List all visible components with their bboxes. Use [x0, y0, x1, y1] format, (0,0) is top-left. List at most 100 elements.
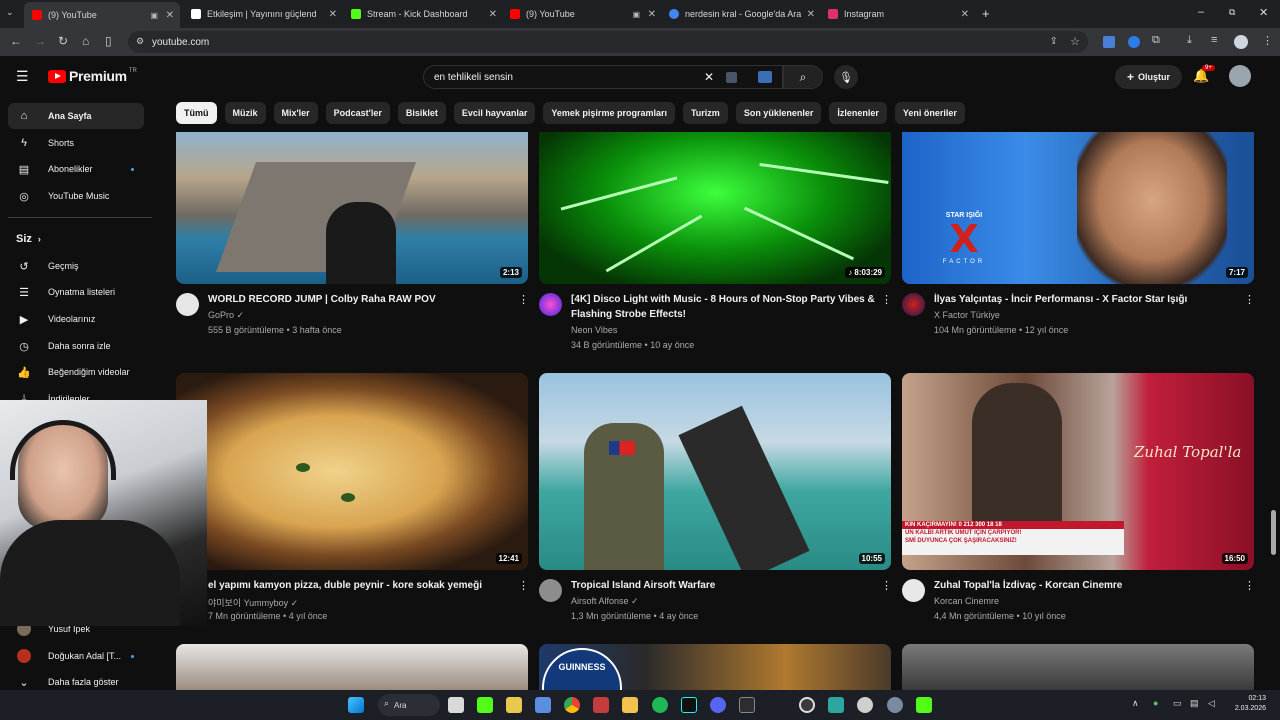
video-thumbnail[interactable]: Zuhal Topal'la KIN KAÇIRMAYIN! 0 212 300…: [902, 373, 1254, 570]
chip-pets[interactable]: Evcil hayvanlar: [453, 102, 536, 124]
clear-search-icon[interactable]: ✕: [704, 70, 714, 84]
file-explorer-icon[interactable]: [622, 697, 638, 713]
voice-search-button[interactable]: 🎙: [834, 65, 858, 89]
chip-mixes[interactable]: Mix'ler: [273, 102, 318, 124]
more-actions-icon[interactable]: ⋮: [881, 293, 892, 306]
microphone-tray-icon[interactable]: ●: [1153, 698, 1158, 708]
video-thumbnail[interactable]: STAR IŞIĞI X FACTOR 7:17: [902, 132, 1254, 284]
browser-menu-icon[interactable]: ⋮: [1262, 34, 1273, 47]
keyboard-tray-icon[interactable]: ▭: [1173, 698, 1182, 709]
search-input[interactable]: en tehlikeli sensin ✕: [423, 65, 783, 89]
bookmark-star-icon[interactable]: ☆: [1070, 35, 1080, 48]
chip-all[interactable]: Tümü: [176, 102, 217, 124]
sidebar-item-youtube-music[interactable]: ◎ YouTube Music: [8, 183, 144, 209]
site-info-icon[interactable]: ⚙: [136, 36, 144, 47]
video-thumbnail[interactable]: 10:55: [539, 373, 891, 570]
tab-close-icon[interactable]: ✕: [329, 9, 337, 20]
sidebar-item-playlists[interactable]: ☰ Oynatma listeleri: [8, 279, 144, 305]
profile-icon[interactable]: [1234, 35, 1248, 49]
app-icon-gray[interactable]: [857, 697, 873, 713]
chrome-app-icon[interactable]: [564, 697, 580, 713]
reading-list-icon[interactable]: ≡: [1211, 34, 1217, 46]
video-thumbnail[interactable]: ♪ 8:03:29: [539, 132, 891, 284]
sidebar-item-liked-videos[interactable]: 👍 Beğendiğim videolar: [8, 359, 144, 385]
chip-new-to-you[interactable]: Yeni öneriler: [894, 102, 965, 124]
translate-extension-icon[interactable]: [1103, 36, 1115, 48]
hamburger-menu-icon[interactable]: ☰: [16, 68, 29, 85]
channel-avatar[interactable]: [902, 579, 925, 602]
sidebar-item-your-videos[interactable]: ▶ Videolarınız: [8, 306, 144, 332]
more-actions-icon[interactable]: ⋮: [1244, 293, 1255, 306]
obs-app-icon[interactable]: [799, 697, 815, 713]
network-tray-icon[interactable]: ▤: [1190, 698, 1199, 709]
tab-close-icon[interactable]: ✕: [807, 9, 815, 20]
chip-watched[interactable]: İzlenenler: [829, 102, 887, 124]
new-tab-icon[interactable]: +: [982, 6, 990, 21]
files-app-icon[interactable]: [535, 697, 551, 713]
sidebar-sub-dogukan-adal[interactable]: Doğukan Adal [T...: [8, 643, 144, 669]
page-scrollbar[interactable]: [1271, 510, 1276, 555]
app-icon-green[interactable]: [828, 697, 844, 713]
reload-icon[interactable]: ↻: [58, 34, 68, 48]
chip-cooking[interactable]: Yemek pişirme programları: [543, 102, 675, 124]
video-title[interactable]: [4K] Disco Light with Music - 8 Hours of…: [571, 292, 881, 307]
video-title[interactable]: İlyas Yalçıntaş - İncir Performansı - X …: [934, 292, 1244, 307]
discord-app-icon[interactable]: [710, 697, 726, 713]
notepad-app-icon[interactable]: [506, 697, 522, 713]
channel-name[interactable]: Korcan Cinemre: [934, 596, 999, 606]
minimize-icon[interactable]: –: [1198, 6, 1204, 18]
account-avatar[interactable]: [1229, 65, 1251, 87]
more-actions-icon[interactable]: ⋮: [881, 579, 892, 592]
system-clock[interactable]: 02:13 2.03.2026: [1226, 694, 1266, 714]
tab-close-icon[interactable]: ✕: [648, 9, 656, 20]
tab-list-dropdown-icon[interactable]: ⌄: [6, 7, 14, 18]
sidebar-item-shorts[interactable]: ϟ Shorts: [8, 130, 144, 156]
video-thumbnail[interactable]: 2:13: [176, 132, 528, 284]
editor-app-icon[interactable]: [593, 697, 609, 713]
volume-tray-icon[interactable]: ◁: [1208, 698, 1215, 709]
video-thumbnail[interactable]: [176, 644, 528, 690]
video-title[interactable]: el yapımı kamyon pizza, duble peynir - k…: [208, 578, 508, 593]
back-icon[interactable]: ←: [10, 34, 22, 48]
kick-studio-icon[interactable]: [916, 697, 932, 713]
chip-podcasts[interactable]: Podcast'ler: [325, 102, 390, 124]
picture-in-picture-icon[interactable]: ▣: [150, 11, 158, 20]
sidebar-item-home[interactable]: ⌂ Ana Sayfa: [8, 103, 144, 129]
video-title[interactable]: WORLD RECORD JUMP | Colby Raha RAW POV: [208, 292, 508, 307]
channel-name[interactable]: Neon Vibes: [571, 325, 617, 335]
tab-close-icon[interactable]: ✕: [489, 9, 497, 20]
address-bar[interactable]: ⚙ youtube.com ⇪ ☆: [128, 31, 1088, 53]
sidebar-item-watch-later[interactable]: ◷ Daha sonra izle: [8, 333, 144, 359]
forward-icon[interactable]: →: [34, 34, 46, 48]
home-browser-icon[interactable]: ⌂: [82, 34, 89, 48]
channel-avatar[interactable]: [176, 293, 199, 316]
video-title[interactable]: Zuhal Topal'la İzdivaç - Korcan Cinemre: [934, 578, 1244, 593]
create-button[interactable]: + Oluştur: [1115, 65, 1182, 89]
tab-google-search[interactable]: nerdesin kral - Google'da Ara ✕: [661, 3, 821, 25]
extensions-icon[interactable]: ⧉: [1152, 34, 1160, 47]
video-thumbnail[interactable]: GUINNESS: [539, 644, 891, 690]
tray-overflow-icon[interactable]: ∧: [1132, 698, 1139, 709]
screen-search-icon[interactable]: [758, 71, 772, 83]
chip-tourism[interactable]: Turizm: [682, 102, 728, 124]
video-thumbnail[interactable]: [902, 644, 1254, 690]
sidebar-item-history[interactable]: ↺ Geçmiş: [8, 253, 144, 279]
channel-name[interactable]: 야미보이 Yummyboy ✓: [208, 596, 298, 609]
picture-in-picture-icon[interactable]: ▣: [632, 10, 640, 19]
sidebar-you-header[interactable]: Siz ›: [8, 226, 144, 252]
video-title-line2[interactable]: Flashing Strobe Effects!: [571, 307, 881, 322]
tab-kick-dashboard[interactable]: Stream - Kick Dashboard ✕: [343, 3, 503, 25]
terminal-app-icon[interactable]: [739, 697, 755, 713]
chip-music[interactable]: Müzik: [224, 102, 266, 124]
video-thumbnail[interactable]: 12:41: [176, 373, 528, 570]
tab-youtube-active[interactable]: (9) YouTube ▣ ✕: [24, 2, 180, 28]
tab-kick-engagement[interactable]: Etkileşim | Yayınını güçlendirme ✕: [183, 3, 343, 25]
translate-search-icon[interactable]: [726, 72, 737, 83]
restore-icon[interactable]: ⧉: [1229, 7, 1235, 18]
close-window-icon[interactable]: ✕: [1259, 6, 1268, 19]
settings-app-icon[interactable]: [887, 697, 903, 713]
tab-close-icon[interactable]: ✕: [166, 10, 174, 21]
chip-recently-uploaded[interactable]: Son yüklenenler: [735, 102, 822, 124]
kick-app-icon[interactable]: [477, 697, 493, 713]
windows-start-icon[interactable]: [348, 697, 364, 713]
